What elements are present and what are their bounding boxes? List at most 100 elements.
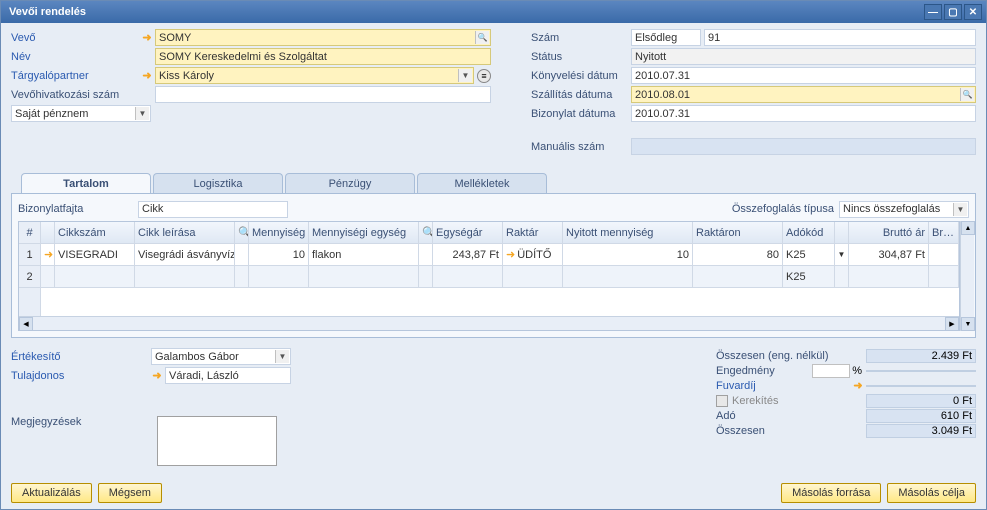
cell-price[interactable]	[433, 266, 503, 287]
horizontal-scrollbar[interactable]: ◀ ▶	[19, 316, 959, 330]
rounding-checkbox[interactable]	[716, 395, 728, 407]
doc-type-field[interactable]: Cikk	[138, 201, 288, 218]
cell-openqty[interactable]	[563, 266, 693, 287]
owner-label[interactable]: Tulajdonos	[11, 370, 151, 382]
remarks-label: Megjegyzések	[11, 416, 151, 466]
posting-date-label: Könyvelési dátum	[531, 70, 631, 82]
minimize-button[interactable]: —	[924, 4, 942, 20]
currency-combo[interactable]: Saját pénznem ▼	[11, 105, 151, 122]
grid-row[interactable]: 1 ➜ VISEGRADI Visegrádi ásványvíz 10 fla…	[19, 244, 959, 266]
tab-logistics[interactable]: Logisztika	[153, 173, 283, 193]
tab-attachments[interactable]: Mellékletek	[417, 173, 547, 193]
grid-row-empty[interactable]	[19, 288, 959, 316]
lookup-icon[interactable]: 🔍	[475, 31, 489, 44]
owner-field[interactable]: Váradi, László	[165, 367, 291, 384]
salesperson-label[interactable]: Értékesítő	[11, 351, 151, 363]
scroll-right-icon[interactable]: ▶	[945, 317, 959, 331]
cell-openqty[interactable]: 10	[563, 244, 693, 265]
tab-strip: Tartalom Logisztika Pénzügy Mellékletek	[11, 173, 976, 193]
scroll-down-icon[interactable]: ▼	[961, 317, 975, 331]
lookup-icon[interactable]: 🔍	[960, 88, 974, 101]
update-button[interactable]: Aktualizálás	[11, 483, 92, 503]
manual-number-field[interactable]	[631, 138, 976, 155]
link-arrow-icon[interactable]: ➜	[141, 70, 153, 82]
link-arrow-icon[interactable]: ➜	[41, 244, 55, 265]
remarks-textarea[interactable]	[157, 416, 277, 466]
cell-gross[interactable]	[849, 266, 929, 287]
posting-date-field[interactable]: 2010.07.31	[631, 67, 976, 84]
window-title: Vevői rendelés	[5, 6, 922, 18]
col-unitprice[interactable]: Egységár	[433, 222, 503, 243]
cell-desc[interactable]	[135, 266, 235, 287]
cell-uom[interactable]: flakon	[309, 244, 419, 265]
tab-finance[interactable]: Pénzügy	[285, 173, 415, 193]
maximize-button[interactable]: ▢	[944, 4, 962, 20]
doc-date-label: Bizonylat dátuma	[531, 108, 631, 120]
ship-date-field[interactable]: 2010.08.01 🔍	[631, 86, 976, 103]
chevron-down-icon[interactable]: ▼	[135, 107, 149, 120]
col-instock[interactable]: Raktáron	[693, 222, 783, 243]
copy-to-button[interactable]: Másolás célja	[887, 483, 976, 503]
contact-field[interactable]: Kiss Károly ▼	[155, 67, 474, 84]
name-label[interactable]: Név	[11, 51, 141, 63]
cell-gross[interactable]: 304,87 Ft	[849, 244, 929, 265]
link-arrow-icon[interactable]: ➜	[141, 32, 153, 44]
col-extra[interactable]: Br…	[929, 222, 959, 243]
customer-ref-field[interactable]	[155, 86, 491, 103]
scroll-up-icon[interactable]: ▲	[961, 221, 975, 235]
cell-qty[interactable]	[249, 266, 309, 287]
freight-label[interactable]: Fuvardíj	[716, 380, 852, 392]
chevron-down-icon[interactable]: ▼	[458, 69, 472, 82]
cell-tax[interactable]: K25	[783, 244, 835, 265]
cell-tax[interactable]: K25	[783, 266, 835, 287]
cell-instock[interactable]	[693, 266, 783, 287]
col-openqty[interactable]: Nyitott mennyiség	[563, 222, 693, 243]
cell-itemcode[interactable]: VISEGRADI	[55, 244, 135, 265]
summary-type-combo[interactable]: Nincs összefoglalás ▼	[839, 201, 969, 218]
salesperson-combo[interactable]: Galambos Gábor ▼	[151, 348, 291, 365]
col-description[interactable]: Cikk leírása	[135, 222, 235, 243]
vendor-label[interactable]: Vevő	[11, 32, 141, 44]
col-itemcode[interactable]: Cikkszám	[55, 222, 135, 243]
col-rownum[interactable]: #	[19, 222, 41, 243]
col-gross[interactable]: Bruttó ár	[849, 222, 929, 243]
col-link[interactable]	[41, 222, 55, 243]
search-icon[interactable]: 🔍	[419, 222, 433, 243]
tab-contents[interactable]: Tartalom	[21, 173, 151, 193]
col-taxcode[interactable]: Adókód	[783, 222, 835, 243]
cell-whs[interactable]	[503, 266, 563, 287]
grid-row[interactable]: 2 K25	[19, 266, 959, 288]
doc-date-field[interactable]: 2010.07.31	[631, 105, 976, 122]
link-arrow-icon[interactable]: ➜	[852, 380, 864, 392]
cell-price[interactable]: 243,87 Ft	[433, 244, 503, 265]
link-arrow-icon[interactable]: ➜	[151, 370, 163, 382]
scroll-left-icon[interactable]: ◀	[19, 317, 33, 331]
cell-desc[interactable]: Visegrádi ásványvíz	[135, 244, 235, 265]
cell-whs[interactable]: ➜ÜDÍTŐ	[503, 244, 563, 265]
close-button[interactable]: ✕	[964, 4, 982, 20]
search-icon[interactable]: 🔍	[235, 222, 249, 243]
cell-instock[interactable]: 80	[693, 244, 783, 265]
number-field[interactable]: 91	[704, 29, 976, 46]
col-taxdd[interactable]	[835, 222, 849, 243]
cell-uom[interactable]	[309, 266, 419, 287]
contact-detail-button[interactable]: ≡	[477, 69, 491, 83]
vendor-field[interactable]: SOMY 🔍	[155, 29, 491, 46]
vertical-scrollbar[interactable]: ▲ ▼	[960, 221, 974, 331]
name-field[interactable]: SOMY Kereskedelmi és Szolgáltat	[155, 48, 491, 65]
col-warehouse[interactable]: Raktár	[503, 222, 563, 243]
chevron-down-icon[interactable]: ▼	[953, 203, 967, 216]
cell-qty[interactable]: 10	[249, 244, 309, 265]
cell-itemcode[interactable]	[55, 266, 135, 287]
contact-label[interactable]: Tárgyalópartner	[11, 70, 141, 82]
col-uom[interactable]: Mennyiségi egység	[309, 222, 419, 243]
number-series-field[interactable]: Elsődleg	[631, 29, 701, 46]
chevron-down-icon[interactable]: ▼	[835, 244, 849, 265]
col-quantity[interactable]: Mennyiség	[249, 222, 309, 243]
cancel-button[interactable]: Mégsem	[98, 483, 162, 503]
copy-from-button[interactable]: Másolás forrása	[781, 483, 881, 503]
customer-ref-label: Vevőhivatkozási szám	[11, 89, 141, 101]
chevron-down-icon[interactable]: ▼	[275, 350, 289, 363]
summary-type-label: Összefoglalás típusa	[732, 203, 834, 215]
discount-pct-input[interactable]	[812, 364, 850, 378]
